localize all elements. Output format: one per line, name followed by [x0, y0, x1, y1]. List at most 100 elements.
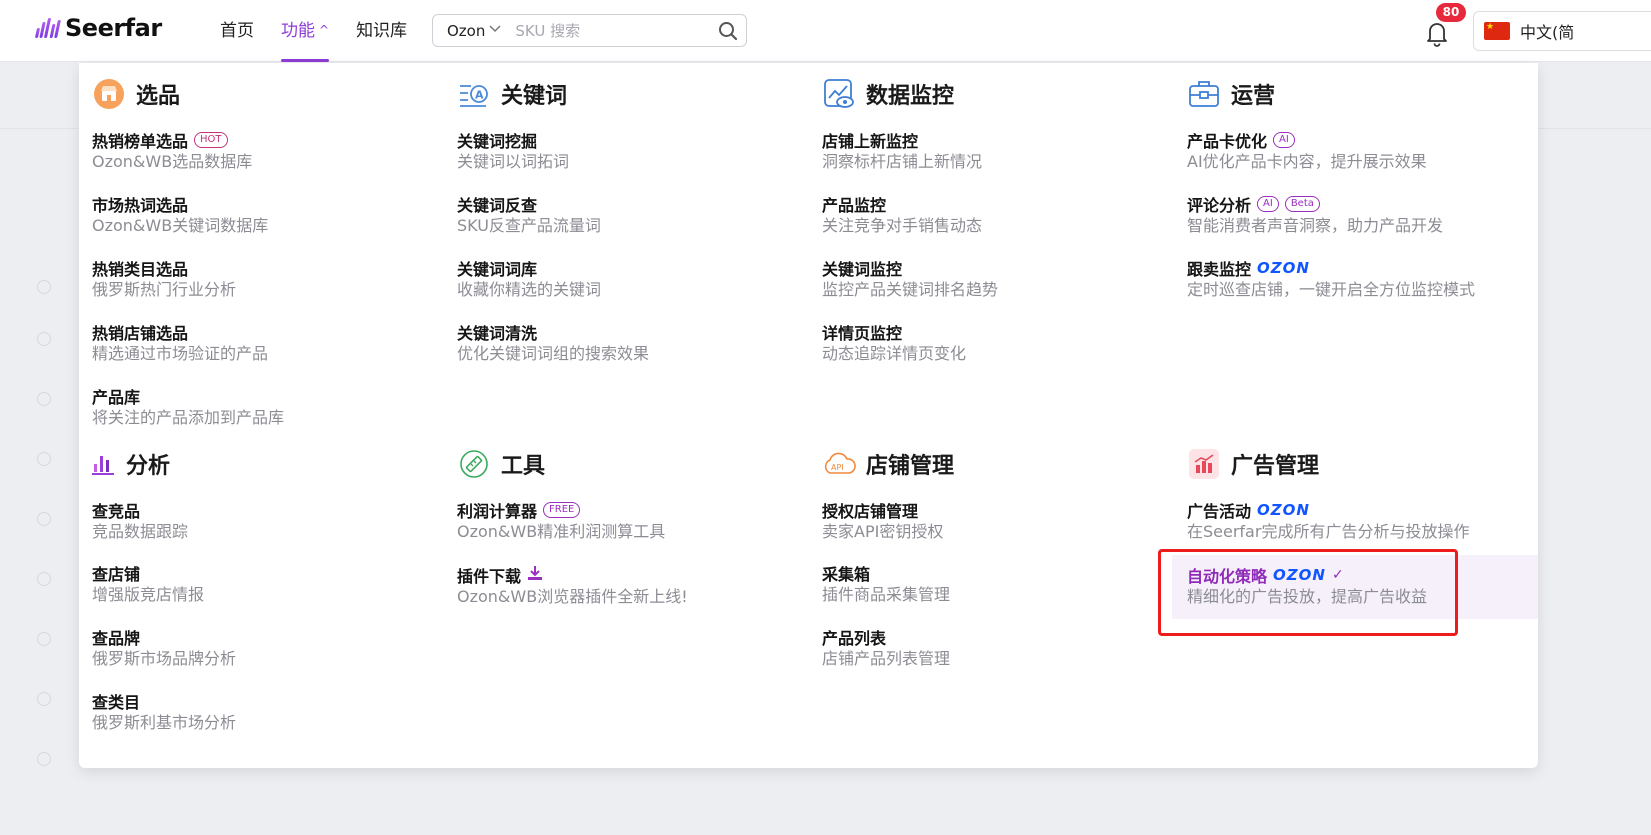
menu-item-review-analysis[interactable]: 评论分析 AI Beta 智能消费者声音洞察，助力产品开发 — [1187, 193, 1443, 237]
category-title: 工具 — [501, 454, 546, 479]
menu-item-title: 查品牌 — [92, 629, 141, 648]
search-input[interactable] — [515, 15, 710, 46]
category-operations: 运营 — [1187, 77, 1275, 111]
ruler-icon — [457, 447, 491, 481]
menu-item-brand-lookup[interactable]: 查品牌 俄罗斯市场品牌分析 — [92, 626, 236, 670]
menu-item-keyword-library[interactable]: 关键词词库 收藏你精选的关键词 — [457, 257, 601, 301]
category-title: 分析 — [126, 454, 171, 479]
menu-item-desc: 关键词以词拓词 — [457, 152, 570, 171]
notification-bell-icon[interactable] — [1422, 18, 1452, 48]
menu-item-product-library[interactable]: 产品库 将关注的产品添加到产品库 — [92, 385, 284, 429]
nav-home[interactable]: 首页 — [220, 0, 254, 62]
menu-item-title: 热销榜单选品 — [92, 132, 189, 151]
chevron-up-icon: ^ — [319, 23, 330, 37]
nav-features-label: 功能 — [281, 21, 315, 41]
menu-item-competitor[interactable]: 查竞品 竞品数据跟踪 — [92, 499, 188, 543]
menu-item-plugin-download[interactable]: 插件下载 Ozon&WB浏览器插件全新上线! — [457, 564, 688, 608]
row-radio — [37, 752, 51, 766]
svg-text:API: API — [831, 463, 844, 472]
menu-item-follow-sell-monitor[interactable]: 跟卖监控 OZON 定时巡查店铺，一键开启全方位监控模式 — [1187, 257, 1475, 301]
menu-item-keyword-cleaning[interactable]: 关键词清洗 优化关键词词组的搜索效果 — [457, 321, 649, 365]
category-tools: 工具 — [457, 447, 545, 481]
monitor-chart-icon — [822, 77, 856, 111]
menu-item-desc: 俄罗斯利基市场分析 — [92, 713, 237, 732]
menu-item-detail-page-monitor[interactable]: 详情页监控 动态追踪详情页变化 — [822, 321, 966, 365]
menu-item-desc: SKU反查产品流量词 — [457, 216, 601, 235]
svg-text:A: A — [475, 89, 484, 102]
category-title: 选品 — [136, 84, 181, 109]
nav-features[interactable]: 功能 ^ — [281, 0, 330, 62]
menu-item-desc: Ozon&WB关键词数据库 — [92, 216, 269, 235]
ozon-logo: OZON — [1257, 501, 1310, 519]
menu-item-desc: 洞察标杆店铺上新情况 — [822, 152, 983, 171]
menu-item-desc: 卖家API密钥授权 — [822, 522, 944, 541]
bar-chart-icon — [92, 447, 116, 481]
nav-knowledge-base[interactable]: 知识库 — [356, 0, 407, 62]
menu-item-ad-campaign[interactable]: 广告活动 OZON 在Seerfar完成所有广告分析与投放操作 — [1187, 499, 1469, 543]
menu-item-desc: 优化关键词词组的搜索效果 — [457, 344, 650, 363]
menu-item-title: 关键词挖掘 — [457, 132, 538, 151]
menu-item-keyword-reverse[interactable]: 关键词反查 SKU反查产品流量词 — [457, 193, 601, 237]
category-product-selection: 选品 — [92, 77, 180, 111]
menu-item-market-hot-words[interactable]: 市场热词选品 Ozon&WB关键词数据库 — [92, 193, 268, 237]
notification-count-badge: 80 — [1436, 3, 1466, 22]
menu-item-desc: 竞品数据跟踪 — [92, 522, 189, 541]
menu-item-title: 产品卡优化 — [1187, 132, 1268, 151]
row-radio — [37, 280, 51, 294]
menu-item-profit-calculator[interactable]: 利润计算器 FREE Ozon&WB精准利润测算工具 — [457, 499, 665, 543]
category-title: 广告管理 — [1231, 454, 1320, 479]
row-radio — [37, 332, 51, 346]
brand-name: Seerfar — [65, 14, 162, 42]
menu-item-title: 广告活动 — [1187, 502, 1252, 521]
menu-item-title: 关键词监控 — [822, 260, 903, 279]
menu-item-desc: 俄罗斯市场品牌分析 — [92, 649, 237, 668]
category-analysis: 分析 — [92, 447, 170, 481]
menu-item-product-card-optimize[interactable]: 产品卡优化 AI AI优化产品卡内容，提升展示效果 — [1187, 129, 1427, 173]
logo-bars-icon — [34, 18, 61, 38]
main-nav: 首页 功能 ^ 知识库 — [220, 0, 434, 62]
language-select[interactable]: 中文(简 — [1473, 11, 1651, 51]
menu-item-title: 产品库 — [92, 388, 141, 407]
menu-item-hot-list[interactable]: 热销榜单选品 HOT Ozon&WB选品数据库 — [92, 129, 252, 173]
keyword-icon: A — [457, 77, 491, 111]
row-radio — [37, 512, 51, 526]
row-radio — [37, 452, 51, 466]
menu-item-title: 查店铺 — [92, 565, 141, 584]
menu-item-desc: 在Seerfar完成所有广告分析与投放操作 — [1187, 522, 1470, 541]
nav-home-label: 首页 — [220, 21, 254, 41]
category-ad-management: 广告管理 — [1187, 447, 1319, 481]
menu-item-title: 产品监控 — [822, 196, 887, 215]
beta-tag: Beta — [1284, 196, 1320, 212]
menu-item-desc: 关注竞争对手销售动态 — [822, 216, 983, 235]
menu-item-keyword-monitor[interactable]: 关键词监控 监控产品关键词排名趋势 — [822, 257, 998, 301]
menu-item-store-new-monitor[interactable]: 店铺上新监控 洞察标杆店铺上新情况 — [822, 129, 982, 173]
menu-item-title: 详情页监控 — [822, 324, 903, 343]
row-radio — [37, 392, 51, 406]
seerfar-logo[interactable]: Seerfar — [34, 14, 162, 42]
menu-item-product-list[interactable]: 产品列表 店铺产品列表管理 — [822, 626, 950, 670]
menu-item-category-lookup[interactable]: 查类目 俄罗斯利基市场分析 — [92, 690, 236, 734]
sku-search-box: Ozon — [432, 14, 747, 47]
menu-item-title: 评论分析 — [1187, 196, 1252, 215]
menu-item-desc: AI优化产品卡内容，提升展示效果 — [1187, 152, 1427, 171]
platform-select[interactable]: Ozon — [433, 15, 515, 46]
nav-knowledge-label: 知识库 — [356, 21, 408, 41]
menu-item-hot-category[interactable]: 热销类目选品 俄罗斯热门行业分析 — [92, 257, 236, 301]
platform-select-value: Ozon — [447, 21, 486, 40]
menu-item-keyword-mining[interactable]: 关键词挖掘 关键词以词拓词 — [457, 129, 569, 173]
search-icon[interactable] — [709, 15, 746, 46]
shop-icon — [92, 77, 126, 111]
menu-item-desc: 俄罗斯热门行业分析 — [92, 280, 237, 299]
menu-item-collection-box[interactable]: 采集箱 插件商品采集管理 — [822, 562, 950, 606]
menu-item-authorized-store[interactable]: 授权店铺管理 卖家API密钥授权 — [822, 499, 943, 543]
menu-item-title: 产品列表 — [822, 629, 887, 648]
menu-item-title: 跟卖监控 — [1187, 260, 1252, 279]
menu-item-hot-store[interactable]: 热销店铺选品 精选通过市场验证的产品 — [92, 321, 268, 365]
menu-item-desc: 定时巡查店铺，一键开启全方位监控模式 — [1187, 280, 1476, 299]
free-tag: FREE — [543, 502, 581, 518]
menu-item-title: 利润计算器 — [457, 502, 538, 521]
menu-item-desc: Ozon&WB选品数据库 — [92, 152, 253, 171]
menu-item-product-monitor[interactable]: 产品监控 关注竞争对手销售动态 — [822, 193, 982, 237]
menu-item-store-lookup[interactable]: 查店铺 增强版竞店情报 — [92, 562, 204, 606]
category-keywords: A 关键词 — [457, 77, 567, 111]
